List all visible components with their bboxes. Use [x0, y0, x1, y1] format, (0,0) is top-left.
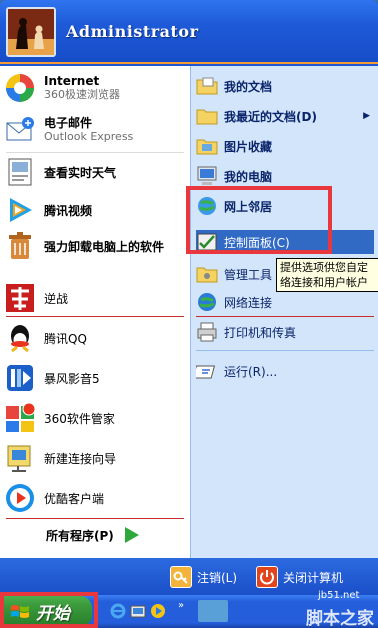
shutdown-button[interactable]: 关闭计算机 [256, 566, 343, 588]
360-software-icon [4, 402, 36, 434]
control-panel-icon [196, 231, 218, 253]
place-label: 网上邻居 [224, 199, 273, 214]
my-computer-icon [196, 165, 218, 187]
qq-icon [4, 322, 36, 354]
place-label: 我的文档 [224, 79, 273, 94]
power-icon [256, 566, 278, 588]
recent-item-connection-wizard[interactable]: 新建连接向导 [4, 442, 188, 474]
pinned-subtitle: 360极速浏览器 [44, 88, 120, 101]
place-label: 打印机和传真 [224, 325, 297, 340]
tooltip-line: 提供选项供您自定 [280, 261, 368, 274]
place-label: 管理工具 [224, 267, 273, 282]
key-icon [170, 566, 192, 588]
pinned-subtitle: Outlook Express [44, 130, 134, 143]
place-label: 我最近的文档(D) [224, 109, 317, 124]
place-label: 我的电脑 [224, 169, 273, 184]
recent-item-label: 优酷客户端 [44, 491, 105, 506]
logoff-label: 注销(L) [197, 570, 238, 585]
recent-item-nizhan[interactable]: 逆战 [4, 282, 188, 314]
recent-item-label: 强力卸载电脑上的软件 [44, 239, 165, 254]
recent-item-label: 逆战 [44, 291, 69, 306]
place-network-connections[interactable]: 网络连接 [196, 290, 374, 314]
weather-icon [4, 156, 36, 188]
recent-item-weather[interactable]: 查看实时天气 [4, 156, 188, 188]
place-my-documents[interactable]: 我的文档 [196, 74, 374, 98]
start-label: 开始 [36, 604, 70, 624]
separator [6, 152, 184, 153]
tencent-video-icon [4, 194, 36, 226]
recent-item-label: 暴风影音5 [44, 371, 100, 386]
avatar[interactable] [6, 7, 56, 57]
user-name: Administrator [66, 22, 199, 41]
pinned-item-email[interactable]: 电子邮件 Outlook Express [4, 114, 188, 146]
recent-item-label: 查看实时天气 [44, 165, 117, 180]
connection-wizard-icon [4, 442, 36, 474]
pinned-item-internet[interactable]: Internet 360极速浏览器 [4, 72, 188, 104]
windows-logo-icon [11, 604, 29, 618]
run-icon [192, 360, 218, 382]
watermark-site: 脚本之家 [306, 609, 374, 628]
my-documents-icon [196, 75, 218, 97]
pinned-title: Internet [44, 74, 100, 88]
taskbar-window-button[interactable] [198, 600, 228, 622]
my-pictures-icon [196, 135, 218, 157]
email-icon [4, 114, 36, 146]
tooltip-line: 络连接和用户帐户 [280, 276, 368, 289]
recent-item-qq[interactable]: 腾讯QQ [4, 322, 188, 354]
logoff-button[interactable]: 注销(L) [170, 566, 237, 588]
submenu-arrow-icon: ▶ [363, 111, 370, 121]
network-places-icon [196, 195, 218, 217]
place-control-panel[interactable]: 控制面板(C) [196, 230, 374, 254]
start-menu-header: Administrator [0, 0, 378, 64]
place-run[interactable]: 运行(R)... [192, 359, 374, 383]
start-menu: Administrator Internet 360极速浏览器 电子邮件 Out… [0, 0, 378, 595]
recent-item-baofeng[interactable]: 暴风影音5 [4, 362, 188, 394]
recent-item-360-software[interactable]: 360软件管家 [4, 402, 188, 434]
quicklaunch-more-icon[interactable]: » [178, 600, 184, 611]
360-browser-icon [4, 72, 36, 104]
all-programs-button[interactable]: 所有程序(P) [46, 526, 166, 544]
place-my-pictures[interactable]: 图片收藏 [196, 134, 374, 158]
uninstall-icon [4, 230, 36, 262]
pinned-title: 电子邮件 [44, 116, 93, 130]
admin-tools-icon [196, 263, 218, 285]
network-connections-icon [196, 291, 218, 313]
place-label: 图片收藏 [224, 139, 273, 154]
recent-item-youku[interactable]: 优酷客户端 [4, 482, 188, 514]
ie-quicklaunch-icon[interactable] [110, 603, 126, 619]
place-label: 运行(R)... [224, 364, 278, 379]
place-my-computer[interactable]: 我的电脑 [196, 164, 374, 188]
place-network-places[interactable]: 网上邻居 [196, 194, 374, 218]
recent-item-label: 腾讯视频 [44, 203, 93, 218]
nizhan-game-icon [4, 282, 36, 314]
recent-item-uninstall[interactable]: 强力卸载电脑上的软件 [4, 230, 188, 262]
separator [6, 518, 184, 519]
recent-item-label: 360软件管家 [44, 411, 115, 426]
control-panel-tooltip: 提供选项供您自定 络连接和用户帐户 [276, 258, 378, 292]
youku-icon [4, 482, 36, 514]
show-desktop-quicklaunch-icon[interactable] [130, 603, 146, 619]
place-printers[interactable]: 打印机和传真 [196, 320, 374, 344]
printer-icon [196, 321, 218, 343]
separator [6, 316, 184, 317]
recent-item-label: 新建连接向导 [44, 451, 117, 466]
separator [196, 316, 374, 317]
place-recent-documents[interactable]: 我最近的文档(D) ▶ [196, 104, 374, 128]
baofeng-icon [4, 362, 36, 394]
media-quicklaunch-icon[interactable] [150, 603, 166, 619]
start-button[interactable]: 开始 [2, 596, 92, 627]
green-arrow-icon [124, 527, 139, 543]
recent-item-tencent-video[interactable]: 腾讯视频 [4, 194, 188, 226]
all-programs-label: 所有程序(P) [46, 528, 114, 543]
shutdown-label: 关闭计算机 [283, 570, 344, 585]
separator [196, 350, 374, 351]
recent-documents-icon [196, 105, 218, 127]
place-label: 控制面板(C) [224, 235, 290, 250]
recent-item-label: 腾讯QQ [44, 331, 87, 346]
watermark-url: jb51.net [318, 590, 360, 601]
place-label: 网络连接 [224, 295, 273, 310]
